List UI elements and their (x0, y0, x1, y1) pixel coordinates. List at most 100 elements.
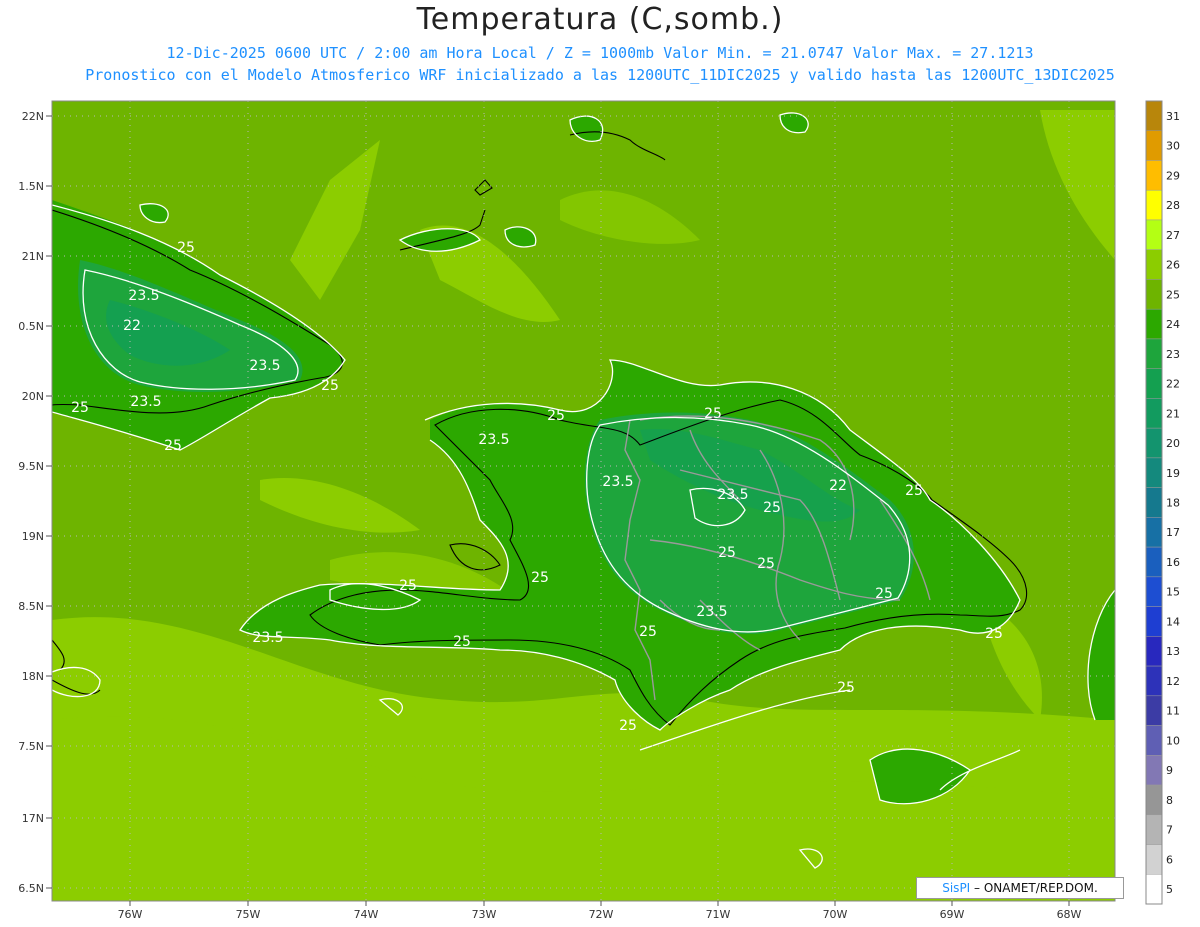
sispi-logo: SisPI (942, 881, 971, 895)
colorbar-label: 14 (1166, 615, 1180, 628)
colorbar-label: 16 (1166, 556, 1180, 569)
colorbar-swatch (1145, 189, 1163, 221)
colorbar-label: 11 (1166, 705, 1180, 718)
colorbar-swatch (1145, 755, 1163, 786)
lat-label: 17N (22, 812, 44, 825)
colorbar-swatch (1145, 279, 1163, 310)
colorbar-label: 10 (1166, 734, 1180, 747)
colorbar-swatch (1145, 725, 1163, 756)
lon-label: 71W (706, 908, 731, 921)
contour-label: 25 (321, 378, 339, 394)
colorbar-swatch (1145, 636, 1163, 667)
colorbar-swatch (1145, 130, 1163, 161)
contour-label: 25 (875, 586, 893, 602)
colorbar-label: 20 (1166, 437, 1180, 450)
colorbar-swatch (1145, 457, 1163, 488)
colorbar-label: 31 (1166, 110, 1180, 123)
contour-label: 25 (619, 718, 637, 734)
colorbar-swatch (1145, 308, 1163, 340)
colorbar-swatch (1145, 517, 1163, 548)
colorbar-label: 22 (1166, 378, 1180, 391)
contour-label: 23.5 (602, 474, 633, 490)
contour-label: 25 (177, 240, 195, 256)
colorbar-swatch (1145, 219, 1163, 250)
contour-label: 25 (453, 634, 471, 650)
contour-label: 25 (164, 438, 182, 454)
colorbar-swatch (1145, 338, 1163, 369)
colorbar-label: 25 (1166, 288, 1180, 301)
colorbar-label: 24 (1166, 318, 1180, 331)
colorbar-swatch (1145, 665, 1163, 697)
colorbar-swatch (1145, 844, 1163, 875)
lat-label: 0.5N (18, 320, 44, 333)
colorbar-label: 6 (1166, 853, 1173, 866)
contour-label: 25 (71, 400, 89, 416)
colorbar-label: 21 (1166, 407, 1180, 420)
lat-label: 19N (22, 530, 44, 543)
longitude-labels: 76W 75W 74W 73W 72W 71W 70W 69W 68W (118, 901, 1082, 921)
colorbar-swatch (1145, 695, 1163, 726)
colorbar-swatch (1145, 814, 1163, 845)
colorbar-label: 9 (1166, 764, 1173, 777)
colorbar-label: 7 (1166, 824, 1173, 837)
contour-label: 25 (905, 483, 923, 499)
colorbar-label: 26 (1166, 259, 1180, 272)
colorbar-swatch (1145, 249, 1163, 280)
credit-org: – ONAMET/REP.DOM. (974, 881, 1098, 895)
temperature-field (52, 101, 1115, 901)
colorbar-swatch (1145, 784, 1163, 816)
colorbar-label: 30 (1166, 140, 1180, 153)
contour-label: 25 (531, 570, 549, 586)
lat-label: 1.5N (18, 180, 44, 193)
colorbar-label: 28 (1166, 199, 1180, 212)
colorbar: 31 30 29 28 27 26 25 24 23 22 21 20 19 18 17 16 15 14 13 12… (1145, 100, 1180, 905)
contour-label: 23.5 (249, 358, 280, 374)
colorbar-label: 29 (1166, 169, 1180, 182)
colorbar-label: 13 (1166, 645, 1180, 658)
lon-label: 70W (823, 908, 848, 921)
lon-label: 72W (589, 908, 614, 921)
colorbar-swatch (1145, 874, 1163, 905)
colorbar-swatch (1145, 368, 1163, 399)
lat-label: 22N (22, 110, 44, 123)
lat-label: 8.5N (18, 600, 44, 613)
contour-label: 23.5 (696, 604, 727, 620)
lat-label: 9.5N (18, 460, 44, 473)
lon-label: 75W (236, 908, 261, 921)
latitude-labels: 22N 1.5N 21N 0.5N 20N 9.5N 19N 8.5N 18N 7.5N 17N 6.… (18, 110, 52, 895)
colorbar-label: 19 (1166, 467, 1180, 480)
colorbar-label: 5 (1166, 883, 1173, 896)
lon-label: 68W (1057, 908, 1082, 921)
contour-label: 23.5 (128, 288, 159, 304)
lat-label: 6.5N (18, 882, 44, 895)
contour-label: 25 (757, 556, 775, 572)
contour-label: 23.5 (252, 630, 283, 646)
contour-label: 25 (837, 680, 855, 696)
colorbar-label: 8 (1166, 794, 1173, 807)
lat-label: 20N (22, 390, 44, 403)
contour-label: 23.5 (717, 487, 748, 503)
colorbar-label: 15 (1166, 586, 1180, 599)
contour-label: 25 (639, 624, 657, 640)
contour-label: 25 (547, 408, 565, 424)
contour-label: 25 (399, 578, 417, 594)
lon-label: 76W (118, 908, 143, 921)
lat-label: 18N (22, 670, 44, 683)
contour-label: 22 (123, 318, 141, 334)
colorbar-label: 18 (1166, 497, 1180, 510)
contour-label: 25 (985, 626, 1003, 642)
contour-label: 25 (718, 545, 736, 561)
colorbar-label: 27 (1166, 229, 1180, 242)
colorbar-swatch (1145, 576, 1163, 607)
colorbar-label: 12 (1166, 675, 1180, 688)
lat-label: 21N (22, 250, 44, 263)
contour-label: 23.5 (478, 432, 509, 448)
colorbar-swatch (1145, 160, 1163, 191)
colorbar-swatch (1145, 606, 1163, 637)
colorbar-label: 17 (1166, 526, 1180, 539)
contour-label: 25 (704, 406, 722, 422)
credit-box: SisPI – ONAMET/REP.DOM. (916, 877, 1124, 899)
contour-label: 23.5 (130, 394, 161, 410)
colorbar-swatch (1145, 546, 1163, 578)
lat-label: 7.5N (18, 740, 44, 753)
